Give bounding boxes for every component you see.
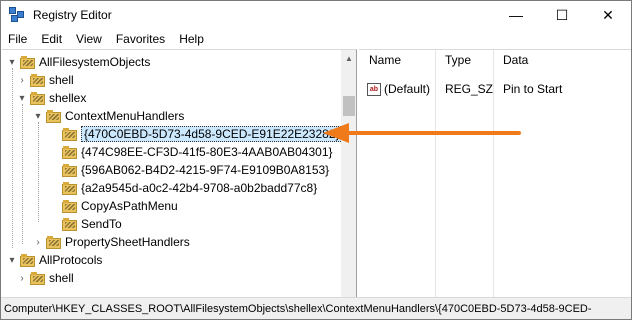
menu-bar: File Edit View Favorites Help — [1, 29, 631, 49]
values-pane[interactable]: Name Type Data ab (Default) REG_SZ Pin t… — [359, 49, 631, 297]
tree-node-label: ContextMenuHandlers — [65, 109, 185, 123]
tree-connector-line — [22, 104, 23, 244]
menu-edit[interactable]: Edit — [34, 32, 69, 46]
minimize-button[interactable]: — — [493, 1, 539, 29]
tree-connector-line — [38, 122, 39, 222]
tree-node[interactable]: › shell — [16, 270, 74, 286]
menu-view[interactable]: View — [69, 32, 109, 46]
tree-node[interactable]: {596AB062-B4D2-4215-9F74-E9109B0A8153} — [48, 162, 329, 178]
tree-node[interactable]: {a2a9545d-a0c2-42b4-9708-a0b2badd77c8} — [48, 180, 317, 196]
tree-node[interactable]: ▾ shellex — [16, 90, 86, 106]
collapse-chevron-icon[interactable]: ▾ — [16, 93, 28, 104]
folder-icon — [62, 145, 78, 159]
menu-favorites[interactable]: Favorites — [109, 32, 172, 46]
tree-node-label: {474C98EE-CF3D-41f5-80E3-4AAB0AB04301} — [81, 145, 333, 159]
tree-node-label: SendTo — [81, 217, 122, 231]
folder-icon — [46, 235, 62, 249]
key-tree-pane[interactable]: ▾ AllFilesystemObjects › shell ▾ shellex ▾ Cont… — [2, 49, 357, 297]
value-name-cell: ab (Default) — [367, 80, 435, 98]
scroll-thumb[interactable] — [343, 96, 355, 116]
collapse-chevron-icon[interactable]: ▾ — [32, 111, 44, 122]
tree-node[interactable]: {470C0EBD-5D73-4d58-9CED-E91E22E23282} — [48, 126, 343, 142]
maximize-button[interactable]: ☐ — [539, 1, 585, 29]
expand-chevron-icon[interactable]: › — [16, 273, 28, 284]
tree-node-label: PropertySheetHandlers — [65, 235, 190, 249]
value-name: (Default) — [384, 82, 431, 96]
value-type: REG_SZ — [445, 82, 494, 96]
tree-node[interactable]: › shell — [16, 72, 74, 88]
tree-node[interactable]: › PropertySheetHandlers — [32, 234, 190, 250]
folder-icon — [62, 199, 78, 213]
tree-node[interactable]: SendTo — [48, 216, 122, 232]
folder-icon — [62, 127, 78, 141]
tree-node[interactable]: {474C98EE-CF3D-41f5-80E3-4AAB0AB04301} — [48, 144, 333, 160]
column-header-name[interactable]: Name — [359, 50, 435, 70]
menu-help[interactable]: Help — [172, 32, 211, 46]
tree-node-label: {596AB062-B4D2-4215-9F74-E9109B0A8153} — [81, 163, 330, 177]
title-bar: Registry Editor — ☐ ✕ — [1, 1, 631, 29]
string-value-icon: ab — [367, 82, 381, 96]
tree-node-label: shell — [49, 73, 74, 87]
expand-chevron-icon[interactable]: › — [16, 75, 28, 86]
tree-node[interactable]: ▾ ContextMenuHandlers — [32, 108, 184, 124]
tree-node-label: {470C0EBD-5D73-4d58-9CED-E91E22E23282} — [81, 126, 343, 142]
tree-node[interactable]: ▾ AllFilesystemObjects — [6, 54, 150, 70]
collapse-chevron-icon[interactable]: ▾ — [6, 255, 18, 266]
folder-icon — [62, 163, 78, 177]
column-header-type[interactable]: Type — [435, 50, 493, 70]
folder-icon — [62, 181, 78, 195]
close-button[interactable]: ✕ — [585, 1, 631, 29]
tree-node-label: AllFilesystemObjects — [39, 55, 151, 69]
folder-icon — [30, 271, 46, 285]
tree-node-label: AllProtocols — [39, 253, 103, 267]
tree-node-label: CopyAsPathMenu — [81, 199, 178, 213]
folder-icon — [30, 73, 46, 87]
folder-icon — [20, 55, 36, 69]
column-header-data[interactable]: Data — [493, 50, 631, 70]
tree-node-label: {a2a9545d-a0c2-42b4-9708-a0b2badd77c8} — [81, 181, 318, 195]
tree-connector-line — [12, 68, 13, 248]
folder-icon — [30, 91, 46, 105]
scroll-up-arrow-icon[interactable]: ▲ — [341, 50, 356, 66]
status-bar-path: Computer\HKEY_CLASSES_ROOT\AllFilesystem… — [1, 297, 631, 319]
tree-node[interactable]: ▾ AllProtocols — [6, 252, 102, 268]
tree-vertical-scrollbar[interactable]: ▲ — [341, 50, 356, 297]
registry-editor-icon — [9, 7, 25, 23]
value-row-default[interactable]: ab (Default) REG_SZ Pin to Start — [359, 80, 631, 98]
tree-node[interactable]: CopyAsPathMenu — [48, 198, 178, 214]
folder-icon — [62, 217, 78, 231]
tree-node-label: shell — [49, 271, 74, 285]
window-title: Registry Editor — [33, 8, 112, 22]
expand-chevron-icon[interactable]: › — [32, 237, 44, 248]
value-data: Pin to Start — [503, 82, 563, 96]
registry-editor-window: Registry Editor — ☐ ✕ File Edit View Fav… — [0, 0, 632, 320]
menu-file[interactable]: File — [1, 32, 34, 46]
folder-icon — [46, 109, 62, 123]
collapse-chevron-icon[interactable]: ▾ — [6, 57, 18, 68]
tree-node-label: shellex — [49, 91, 87, 105]
folder-icon — [20, 253, 36, 267]
